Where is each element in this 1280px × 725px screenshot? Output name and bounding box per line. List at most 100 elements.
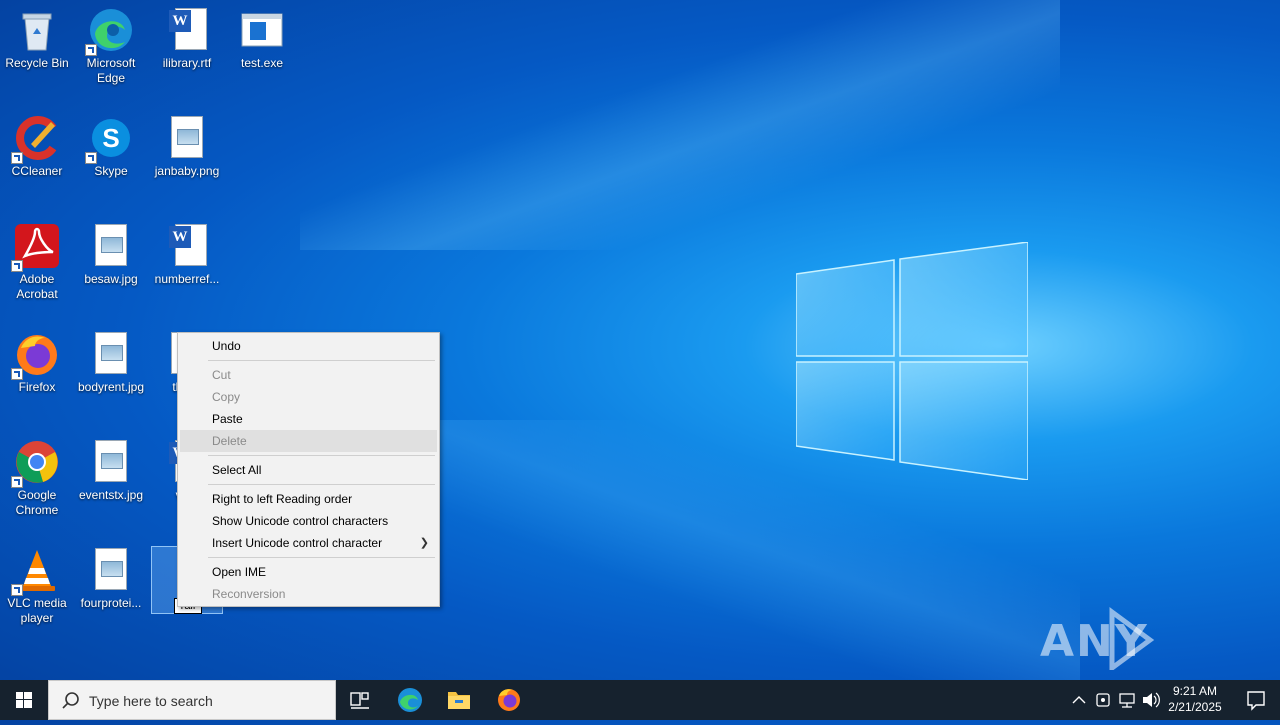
desktop-icon-label: test.exe [240, 56, 284, 70]
menu-item-cut: Cut [212, 368, 231, 382]
desktop-icon-label: bodyrent.jpg [77, 380, 145, 394]
desktop-icon-adobe-acrobat[interactable]: Adobe Acrobat [0, 216, 74, 302]
search-icon [62, 692, 79, 709]
menu-item-open-ime[interactable]: Open IME [180, 561, 437, 583]
svg-text:ANY: ANY [1040, 616, 1149, 667]
chrome-icon [11, 438, 61, 488]
vlc-icon [11, 546, 61, 596]
desktop-icon-label: Microsoft Edge [86, 56, 136, 85]
desktop-icon-bodyrent-jpg[interactable]: bodyrent.jpg [74, 324, 148, 395]
taskbar-edge-button[interactable] [386, 680, 434, 720]
menu-separator [208, 557, 435, 558]
desktop-icon-janbaby-png[interactable]: janbaby.png [150, 108, 224, 179]
chevron-right-icon: ❯ [419, 537, 429, 549]
menu-separator [208, 455, 435, 456]
ccleaner-icon [11, 114, 61, 164]
desktop-icon-label: Skype [94, 164, 128, 178]
executable-icon [238, 6, 286, 54]
desktop-icon-test-exe[interactable]: test.exe [225, 0, 299, 71]
shortcut-arrow-icon [11, 476, 23, 488]
recycle-bin-icon [13, 6, 61, 54]
desktop-icon-label: ilibrary.rtf [162, 56, 212, 70]
edge-icon [85, 6, 135, 56]
svg-text:S: S [102, 123, 119, 153]
light-beam-top [300, 0, 1060, 250]
skype-icon: S [85, 114, 135, 164]
anyrun-logo-icon: ANY [1040, 607, 1155, 673]
edge-icon [398, 688, 422, 712]
clock-date: 2/21/2025 [1168, 700, 1222, 714]
word-document-icon: W [163, 222, 211, 270]
start-button[interactable] [0, 680, 48, 720]
image-file-icon [87, 546, 135, 594]
image-file-icon [163, 114, 211, 162]
menu-item-select-all[interactable]: Select All [180, 459, 437, 481]
word-document-icon: W [163, 6, 211, 54]
taskbar-firefox-button[interactable] [485, 680, 533, 720]
menu-item-delete: Delete [180, 430, 437, 452]
menu-separator [208, 360, 435, 361]
desktop-icon-microsoft-edge[interactable]: Microsoft Edge [74, 0, 148, 86]
taskbar-file-explorer-button[interactable] [435, 680, 483, 720]
desktop-icon-label: numberref... [154, 272, 220, 286]
show-hidden-icons-button[interactable] [1068, 680, 1090, 720]
desktop-icon-label: CCleaner [11, 164, 63, 178]
desktop-icon-eventstx-jpg[interactable]: eventstx.jpg [74, 432, 148, 503]
desktop-icon-vlc[interactable]: VLC media player [0, 540, 74, 626]
tray-volume[interactable] [1140, 680, 1162, 720]
firefox-icon [498, 689, 520, 711]
taskbar-clock[interactable]: 9:21 AM 2/21/2025 [1160, 680, 1230, 720]
desktop-icon-besaw-jpg[interactable]: besaw.jpg [74, 216, 148, 287]
firefox-icon [11, 330, 61, 380]
tray-network[interactable] [1116, 680, 1138, 720]
desktop-icon-label: janbaby.png [154, 164, 220, 178]
menu-item-show-unicode-control[interactable]: Show Unicode control characters [180, 510, 437, 532]
desktop-icon-label: Firefox [18, 380, 56, 394]
image-file-icon [87, 438, 135, 486]
shortcut-arrow-icon [11, 152, 23, 164]
menu-item-copy: Copy [212, 390, 241, 404]
desktop-icon-google-chrome[interactable]: Google Chrome [0, 432, 74, 518]
menu-item-insert-unicode-control[interactable]: Insert Unicode control character ❯ [180, 532, 437, 554]
task-view-button[interactable] [336, 680, 384, 720]
image-file-icon [87, 330, 135, 378]
desktop-icon-label: Google Chrome [15, 488, 59, 517]
acrobat-icon [11, 222, 61, 272]
network-icon [1119, 693, 1135, 708]
desktop-icon-skype[interactable]: S Skype [74, 108, 148, 179]
search-placeholder: Type here to search [89, 693, 213, 709]
desktop-icon-recycle-bin[interactable]: Recycle Bin [0, 0, 74, 71]
menu-separator [208, 484, 435, 485]
notification-icon [1247, 691, 1265, 711]
menu-item-rtl-reading-order[interactable]: Right to left Reading order [180, 488, 437, 510]
clock-time: 9:21 AM [1172, 684, 1218, 698]
menu-item-reconversion: Reconversion [212, 587, 286, 601]
desktop-icon-ccleaner[interactable]: CCleaner [0, 108, 74, 179]
windows-logo-wallpaper [796, 242, 1028, 480]
speaker-icon [1143, 692, 1160, 708]
desktop-icon-ilibrary-rtf[interactable]: W ilibrary.rtf [150, 0, 224, 71]
folder-icon [448, 692, 470, 709]
menu-item-undo[interactable]: Undo [180, 335, 437, 357]
desktop-icon-label: fourprotei... [80, 596, 142, 610]
desktop-icon-fourprotei[interactable]: fourprotei... [74, 540, 148, 611]
desktop-icon-firefox[interactable]: Firefox [0, 324, 74, 395]
desktop-icon-numberref[interactable]: W numberref... [150, 216, 224, 287]
shortcut-arrow-icon [11, 368, 23, 380]
desktop-icon-label: besaw.jpg [84, 272, 138, 286]
desktop-icon-label: Adobe Acrobat [16, 272, 58, 301]
taskbar: Type here to search 9:21 AM 2/21/2025 [0, 680, 1280, 720]
menu-item-paste[interactable]: Paste [180, 408, 437, 430]
chevron-up-icon [1072, 696, 1086, 704]
taskbar-search-box[interactable]: Type here to search [48, 680, 336, 720]
windows-start-icon [16, 692, 32, 708]
menu-item-label: Insert Unicode control character [212, 536, 383, 550]
tray-input-indicator[interactable] [1092, 680, 1114, 720]
action-center-button[interactable] [1232, 680, 1280, 720]
desktop-icon-label: eventstx.jpg [78, 488, 144, 502]
task-view-icon [350, 692, 369, 709]
shortcut-arrow-icon [11, 584, 23, 596]
input-indicator-icon [1096, 693, 1110, 707]
shortcut-arrow-icon [85, 44, 97, 56]
context-menu: Undo Cut Copy Paste Delete Select All Ri… [177, 332, 440, 607]
